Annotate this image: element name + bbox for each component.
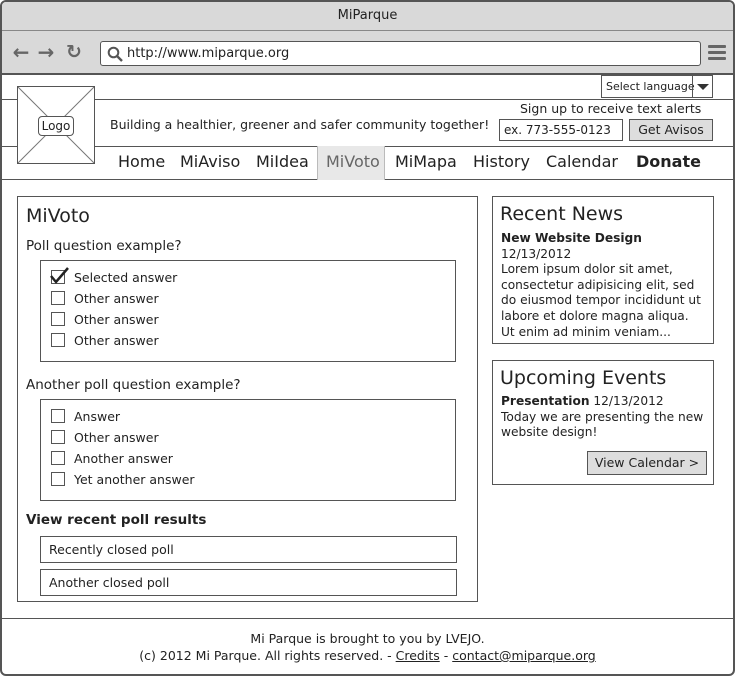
browser-window: MiParque ← → ↻ http://www.miparque.org S…	[0, 0, 735, 676]
back-arrow-icon[interactable]: ←	[11, 42, 31, 63]
window-title: MiParque	[2, 2, 733, 31]
event-body: Today we are presenting the new website …	[501, 409, 704, 440]
checkbox[interactable]	[51, 451, 65, 465]
checkmark-icon	[50, 267, 69, 284]
footer-separator: -	[443, 648, 449, 663]
nav-miidea[interactable]: MiIdea	[256, 146, 309, 180]
news-body: Lorem ipsum dolor sit amet, consectetur …	[501, 262, 701, 339]
poll-question-2: Another poll question example?	[26, 377, 241, 393]
poll-question-1: Poll question example?	[26, 238, 182, 254]
event-headline[interactable]: Presentation	[501, 394, 590, 408]
footer-divider	[2, 618, 733, 619]
poll-result-item[interactable]: Recently closed poll	[40, 536, 457, 563]
poll2-option-3: Another answer	[74, 451, 173, 466]
view-calendar-button[interactable]: View Calendar >	[587, 451, 707, 475]
hamburger-menu-icon[interactable]	[708, 45, 726, 61]
poll-result-item[interactable]: Another closed poll	[40, 569, 457, 596]
copyright-text: (c) 2012 Mi Parque. All rights reserved.…	[139, 648, 392, 663]
nav-calendar[interactable]: Calendar	[546, 146, 618, 180]
tagline: Building a healthier, greener and safer …	[110, 117, 490, 132]
contact-email-link[interactable]: contact@miparque.org	[452, 648, 595, 663]
news-item: New Website Design 12/13/2012 Lorem ipsu…	[501, 231, 706, 340]
nav-mimapa[interactable]: MiMapa	[395, 146, 457, 180]
checkbox[interactable]	[51, 430, 65, 444]
get-avisos-button[interactable]: Get Avisos	[629, 119, 713, 141]
poll1-option-1: Selected answer	[74, 270, 178, 285]
credits-link[interactable]: Credits	[396, 648, 440, 663]
poll-results-title: View recent poll results	[26, 512, 207, 528]
checkbox[interactable]	[51, 409, 65, 423]
poll2-option-1: Answer	[74, 409, 121, 424]
mivoto-title: MiVoto	[26, 205, 90, 227]
browser-toolbar: ← → ↻ http://www.miparque.org	[2, 31, 733, 75]
main-nav: Home MiAviso MiIdea MiVoto MiMapa Histor…	[2, 146, 733, 180]
nav-history[interactable]: History	[473, 146, 530, 180]
language-select[interactable]: Select language	[601, 75, 713, 98]
nav-miaviso[interactable]: MiAviso	[180, 146, 240, 180]
footer-links: (c) 2012 Mi Parque. All rights reserved.…	[2, 648, 733, 663]
search-icon	[107, 46, 123, 62]
poll2-option-2: Other answer	[74, 430, 159, 445]
text-alerts-title: Sign up to receive text alerts	[520, 101, 702, 116]
poll1-option-3: Other answer	[74, 312, 159, 327]
forward-arrow-icon[interactable]: →	[36, 42, 56, 63]
news-headline[interactable]: New Website Design	[501, 231, 642, 245]
poll1-option-2: Other answer	[74, 291, 159, 306]
upcoming-events-title: Upcoming Events	[500, 367, 667, 389]
event-item: Presentation 12/13/2012 Today we are pre…	[501, 394, 706, 441]
url-text: http://www.miparque.org	[127, 46, 290, 61]
checkbox[interactable]	[51, 472, 65, 486]
checkbox[interactable]	[51, 333, 65, 347]
poll2-option-4: Yet another answer	[74, 472, 195, 487]
recent-news-title: Recent News	[500, 203, 624, 225]
nav-mivoto[interactable]: MiVoto	[317, 146, 385, 180]
event-date: 12/13/2012	[593, 394, 664, 408]
language-select-value: Select language	[606, 80, 695, 93]
header-divider-top	[2, 99, 733, 100]
reload-icon[interactable]: ↻	[64, 43, 84, 63]
checkbox[interactable]	[51, 291, 65, 305]
checkbox[interactable]	[51, 312, 65, 326]
nav-donate[interactable]: Donate	[636, 146, 701, 180]
poll1-option-4: Other answer	[74, 333, 159, 348]
nav-home[interactable]: Home	[118, 146, 165, 180]
footer-credit: Mi Parque is brought to you by LVEJO.	[250, 631, 485, 646]
phone-input[interactable]: ex. 773-555-0123	[499, 119, 623, 141]
news-date: 12/13/2012	[501, 246, 572, 261]
chevron-down-icon[interactable]	[692, 76, 712, 97]
logo-label: Logo	[38, 116, 74, 136]
address-bar[interactable]: http://www.miparque.org	[100, 41, 701, 66]
